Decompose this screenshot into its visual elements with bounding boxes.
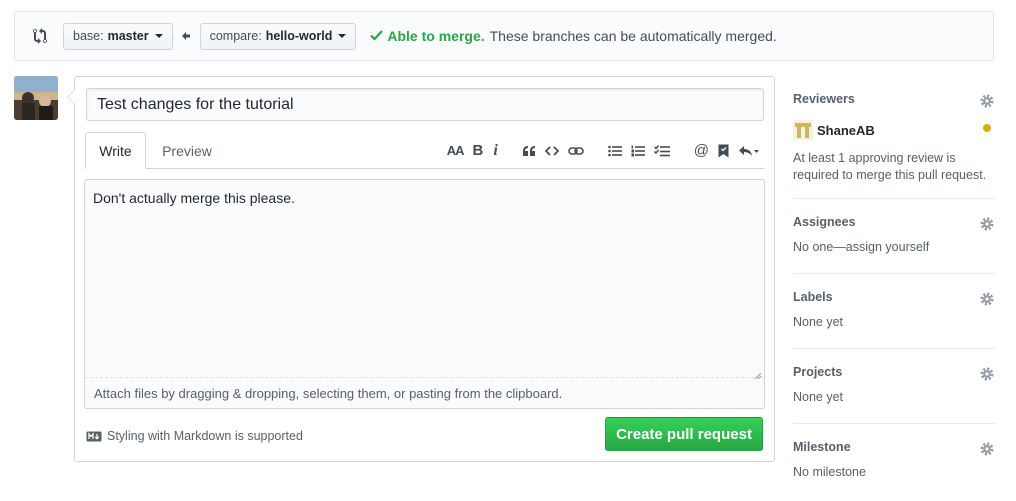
base-branch-name: master (107, 29, 149, 43)
markdown-support-note[interactable]: Styling with Markdown is supported (86, 429, 303, 443)
gear-icon[interactable] (979, 291, 995, 307)
projects-heading[interactable]: Projects (793, 349, 995, 379)
comment-editor: Don't actually merge this please. Attach… (84, 179, 765, 409)
comment-body-textarea[interactable]: Don't actually merge this please. (85, 180, 764, 378)
labels-value: None yet (793, 315, 844, 329)
labels-heading[interactable]: Labels (793, 274, 995, 304)
projects-section: Projects None yet (793, 349, 995, 424)
projects-value: None yet (793, 390, 844, 404)
base-branch-prefix: base: (73, 29, 104, 43)
sidebar: Reviewers ShaneAB At least 1 approving r… (793, 76, 995, 484)
link-icon[interactable] (567, 141, 584, 161)
git-compare-icon (31, 27, 49, 45)
compare-branch-name: hello-world (265, 29, 333, 43)
milestone-value: No milestone (793, 465, 866, 479)
labels-section: Labels None yet (793, 274, 995, 349)
gear-icon[interactable] (979, 441, 995, 457)
assignees-heading[interactable]: Assignees (793, 199, 995, 229)
reviewers-heading[interactable]: Reviewers (793, 76, 995, 106)
pull-request-title-input[interactable] (86, 88, 764, 121)
review-pending-indicator (983, 124, 991, 132)
saved-reply-icon[interactable] (718, 141, 729, 161)
create-pull-request-button[interactable]: Create pull request (605, 417, 763, 451)
resize-handle-icon[interactable] (754, 368, 762, 380)
gear-icon[interactable] (979, 366, 995, 382)
check-icon (370, 28, 384, 44)
merge-status: Able to merge. These branches can be aut… (370, 28, 777, 44)
attach-files-note[interactable]: Attach files by dragging & dropping, sel… (94, 386, 562, 401)
reviewer-name: ShaneAB (817, 122, 875, 138)
markdown-icon (86, 431, 102, 442)
compare-bar: base: master compare: hello-world Able t… (14, 11, 994, 61)
gear-icon[interactable] (979, 216, 995, 232)
markdown-toolbar: AA B i @ (442, 132, 760, 169)
review-requirement-note: At least 1 approving review is required … (793, 151, 987, 182)
reply-icon[interactable] (738, 141, 760, 161)
markdown-support-label: Styling with Markdown is supported (107, 429, 303, 443)
merge-status-label: Able to merge. (387, 28, 485, 44)
assignees-section: Assignees No one—assign yourself (793, 199, 995, 274)
italic-icon[interactable]: i (493, 141, 497, 161)
reviewer-row[interactable]: ShaneAB (793, 120, 995, 140)
caret-down-icon (154, 34, 163, 38)
heading-icon[interactable]: AA (447, 141, 465, 161)
editor-tabs: Write Preview AA B i @ (75, 132, 774, 169)
pull-request-form: Write Preview AA B i (67, 76, 775, 462)
unordered-list-icon[interactable] (607, 141, 622, 161)
code-icon[interactable] (544, 141, 559, 161)
milestone-heading[interactable]: Milestone (793, 424, 995, 454)
mention-icon[interactable]: @ (694, 141, 709, 161)
compare-branch-select[interactable]: compare: hello-world (199, 22, 357, 50)
merge-status-message: These branches can be automatically merg… (489, 28, 777, 44)
base-branch-select[interactable]: base: master (63, 22, 173, 50)
tab-preview[interactable]: Preview (151, 132, 223, 169)
arrow-left-icon (181, 31, 191, 41)
compare-branch-prefix: compare: (209, 29, 262, 43)
ordered-list-icon[interactable] (631, 141, 645, 161)
quote-icon[interactable] (522, 141, 536, 161)
reviewers-section: Reviewers ShaneAB At least 1 approving r… (793, 76, 995, 199)
caret-down-icon (338, 34, 347, 38)
task-list-icon[interactable] (653, 141, 670, 161)
assignees-value[interactable]: No one—assign yourself (793, 239, 995, 256)
user-avatar[interactable] (14, 76, 58, 120)
tab-write[interactable]: Write (85, 132, 146, 169)
bold-icon[interactable]: B (472, 141, 483, 161)
reviewer-avatar (793, 120, 813, 140)
gear-icon[interactable] (979, 93, 995, 109)
milestone-section: Milestone No milestone (793, 424, 995, 484)
